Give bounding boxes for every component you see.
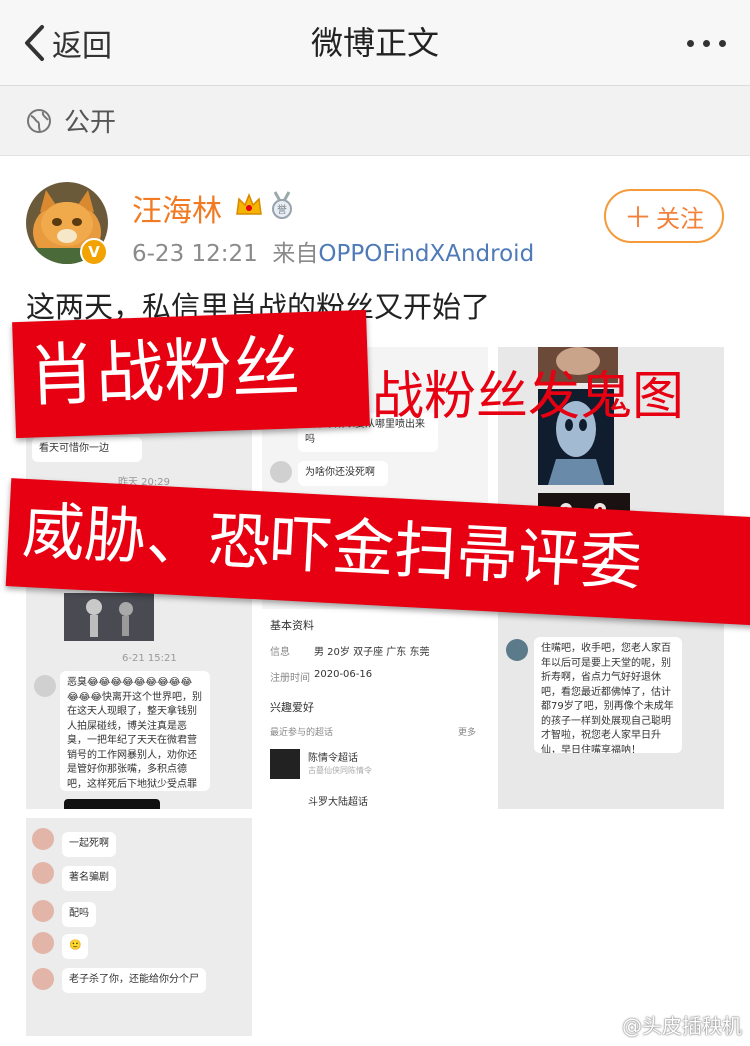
chat-avatar: [32, 900, 54, 922]
chat-bubble: 住嘴吧，收手吧，您老人家百年以后可是要上天堂的呢，别折寿啊，省点力气好好退休吧，…: [534, 637, 682, 753]
overlay-caption: 战粉丝发鬼图: [372, 367, 685, 427]
svg-text:誉: 誉: [277, 203, 287, 216]
red-banner-top: 肖战粉丝: [12, 309, 370, 439]
visibility-row: 公开: [0, 86, 750, 156]
follow-button[interactable]: ＋关注: [604, 189, 724, 243]
author-name[interactable]: 汪海林: [132, 186, 222, 230]
section-title: 基本资料: [270, 619, 314, 632]
redacted-bar: [64, 799, 160, 809]
page-title: 微博正文: [310, 24, 439, 62]
skeleton-image: [64, 593, 154, 641]
chat-bubble: 著名骗剧: [62, 866, 116, 891]
navigation-bar: 返回 微博正文: [0, 0, 750, 86]
more-options-icon[interactable]: [687, 30, 726, 56]
profile-card: 基本资料 信息 男 20岁 双子座 广东 东莞 注册时间 2020-06-16 …: [262, 609, 488, 809]
verified-badge: V: [80, 238, 108, 266]
chat-bubble: 🙂: [62, 934, 89, 959]
more-link[interactable]: 更多: [458, 725, 476, 738]
info-value: 男 20岁 双子座 广东 东莞: [314, 647, 430, 658]
weibo-logo-icon: [588, 1014, 617, 1036]
watermark: @头皮插秧机: [588, 1010, 742, 1039]
post-meta: 6-23 12:21 来自OPPOFindXAndroid: [132, 234, 534, 268]
visibility-label: 公开: [64, 108, 117, 138]
chat-bubble: 为啥你还没死啊: [298, 461, 388, 486]
reg-value: 2020-06-16: [314, 669, 373, 680]
chat-avatar: [506, 639, 528, 661]
chat-bubble: 一起死啊: [62, 832, 116, 857]
chat-bubble: 老子杀了你，还能给你分个尸: [62, 968, 206, 993]
chat-bubble: 配吗: [62, 902, 96, 927]
medal-icon: 誉: [272, 191, 292, 219]
reg-label: 注册时间: [270, 673, 310, 684]
post-source[interactable]: OPPOFindXAndroid: [318, 241, 534, 267]
chat-avatar: [32, 932, 54, 954]
section-title: 兴趣爱好: [270, 701, 314, 714]
topic-title[interactable]: 斗罗大陆超话: [308, 793, 368, 808]
source-prefix: 来自: [272, 241, 319, 267]
screenshot-image-4[interactable]: 一起死啊 著名骗剧 配吗 🙂 老子杀了你，还能给你分个尸: [26, 818, 252, 1036]
topic-title[interactable]: 陈情令超话: [308, 749, 358, 764]
chat-bubble: 恶臭😂😂😂😂😂😂😂😂😂😂😂😂快离开这个世界吧，别在这天人现眼了，整天拿钱别人拍屎…: [60, 671, 210, 791]
follow-label: 关注: [656, 204, 704, 233]
chat-avatar: [32, 862, 54, 884]
chat-avatar: [32, 828, 54, 850]
info-label: 信息: [270, 647, 290, 658]
chat-avatar: [32, 968, 54, 990]
chat-avatar: [34, 675, 56, 697]
globe-icon: [27, 108, 51, 133]
chat-avatar: [270, 461, 292, 483]
topic-thumbnail: [270, 749, 300, 779]
topics-label: 最近参与的超话: [270, 728, 334, 738]
topic-subtitle: 古墓仙侠同陈情令: [308, 766, 372, 775]
chat-timestamp: 6-21 15:21: [122, 653, 177, 664]
crown-icon: [236, 192, 262, 215]
plus-icon: ＋: [623, 201, 652, 234]
chat-bubble: 看天可惜你一边: [32, 437, 142, 462]
watermark-text: @头皮插秧机: [622, 1014, 742, 1038]
post-time: 6-23 12:21: [132, 241, 258, 267]
